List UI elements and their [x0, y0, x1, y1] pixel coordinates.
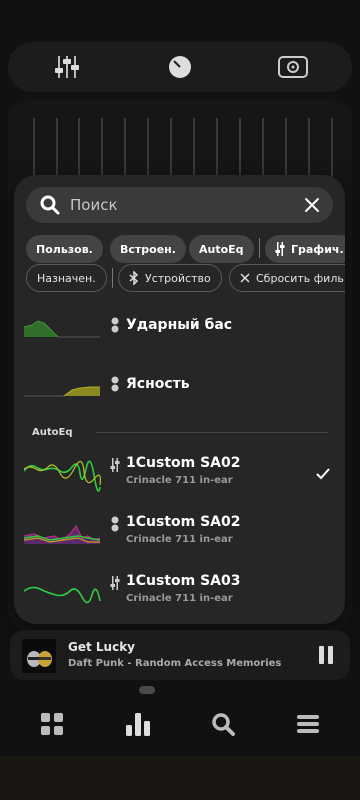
eq-curve-thumbnail	[24, 320, 100, 338]
clear-search-icon[interactable]	[303, 196, 321, 214]
filter-chip-autoeq[interactable]: AutoEq	[189, 235, 254, 263]
section-divider	[96, 432, 328, 433]
filter-chip-graphic[interactable]: Графич.	[265, 235, 345, 263]
speaker-icon[interactable]	[278, 52, 308, 82]
eq-band-line	[124, 118, 126, 180]
chip-label: Назначен.	[37, 271, 96, 285]
song-artist: Daft Punk - Random Access Memories	[68, 658, 282, 669]
eq-curve-thumbnail	[24, 386, 100, 397]
preset-row[interactable]: 1Custom SA03 Crinacle 711 in-ear	[14, 565, 345, 621]
preset-title: Ударный бас	[126, 317, 233, 333]
preset-sheet: Пользов. Встроен. AutoEq Графич. Назначе…	[14, 175, 345, 624]
eq-band-line	[56, 118, 58, 180]
search-icon	[40, 195, 60, 215]
eq-band-line	[170, 118, 172, 180]
eq-band-line	[308, 118, 310, 180]
system-navigation-bar	[0, 756, 360, 800]
eq-curve-thumbnail	[24, 460, 101, 492]
eq-band-line	[101, 118, 103, 180]
filter-chip-device[interactable]: Устройство	[118, 264, 222, 292]
eq-band-line	[262, 118, 264, 180]
checkmark-icon	[316, 468, 330, 480]
search-icon[interactable]	[209, 710, 237, 738]
filter-chip-builtin[interactable]: Встроен.	[110, 235, 186, 263]
bar-chart-icon[interactable]	[124, 710, 152, 738]
eq-band-line	[33, 118, 35, 180]
close-icon	[240, 273, 250, 283]
chip-label: AutoEq	[199, 242, 244, 256]
eq-curve-thumbnail	[24, 586, 101, 604]
preset-subtitle: Crinacle 711 in-ear	[126, 534, 233, 545]
graphic-eq-icon	[110, 575, 120, 591]
eq-band-line	[78, 118, 80, 180]
eq-band-line	[193, 118, 195, 180]
parametric-eq-icon	[110, 516, 120, 532]
chip-separator	[259, 238, 260, 258]
graphic-eq-icon	[110, 457, 120, 473]
chip-label: Пользов.	[36, 242, 93, 256]
chip-label: Встроен.	[120, 242, 176, 256]
parametric-eq-icon	[110, 376, 120, 392]
eq-curve-thumbnail	[24, 524, 101, 544]
song-title: Get Lucky	[68, 640, 136, 654]
section-label: AutoEq	[32, 427, 73, 438]
menu-icon[interactable]	[294, 710, 322, 738]
bluetooth-icon	[129, 271, 139, 285]
grid-icon[interactable]	[38, 710, 66, 738]
search-box[interactable]	[26, 187, 333, 223]
top-toolbar	[8, 42, 352, 92]
eq-band-line	[147, 118, 149, 180]
preset-title: 1Custom SA03	[126, 573, 241, 589]
app-screen: Пользов. Встроен. AutoEq Графич. Назначе…	[0, 0, 360, 756]
eq-band-line	[285, 118, 287, 180]
pause-icon[interactable]	[318, 646, 334, 664]
filter-chip-reset[interactable]: Сбросить филь	[229, 264, 345, 292]
drag-handle[interactable]	[139, 686, 155, 694]
preset-row[interactable]: 1Custom SA02 Crinacle 711 in-ear	[14, 506, 345, 562]
graphic-eq-icon	[275, 242, 285, 256]
album-cover	[22, 639, 56, 673]
preset-row[interactable]: Ясность	[14, 356, 345, 412]
preset-title: 1Custom SA02	[126, 455, 241, 471]
search-input[interactable]	[70, 187, 290, 223]
filter-chip-assigned[interactable]: Назначен.	[26, 264, 107, 292]
filter-chip-custom[interactable]: Пользов.	[26, 235, 103, 263]
preset-title: 1Custom SA02	[126, 514, 241, 530]
knob-icon[interactable]	[165, 52, 195, 82]
eq-band-line	[331, 118, 333, 180]
preset-subtitle: Crinacle 711 in-ear	[126, 475, 233, 486]
eq-band-line	[216, 118, 218, 180]
chip-label: Сбросить филь	[256, 271, 344, 285]
equalizer-sliders-icon[interactable]	[52, 52, 82, 82]
chip-separator	[112, 268, 113, 288]
preset-row-selected[interactable]: 1Custom SA02 Crinacle 711 in-ear	[14, 447, 345, 503]
parametric-eq-icon	[110, 317, 120, 333]
preset-title: Ясность	[126, 376, 190, 392]
mini-player[interactable]: Get Lucky Daft Punk - Random Access Memo…	[10, 630, 350, 680]
preset-subtitle: Crinacle 711 in-ear	[126, 593, 233, 604]
preset-row[interactable]: Ударный бас	[14, 297, 345, 353]
eq-band-line	[239, 118, 241, 180]
chip-label: Устройство	[145, 271, 211, 285]
chip-label: Графич.	[291, 242, 344, 256]
